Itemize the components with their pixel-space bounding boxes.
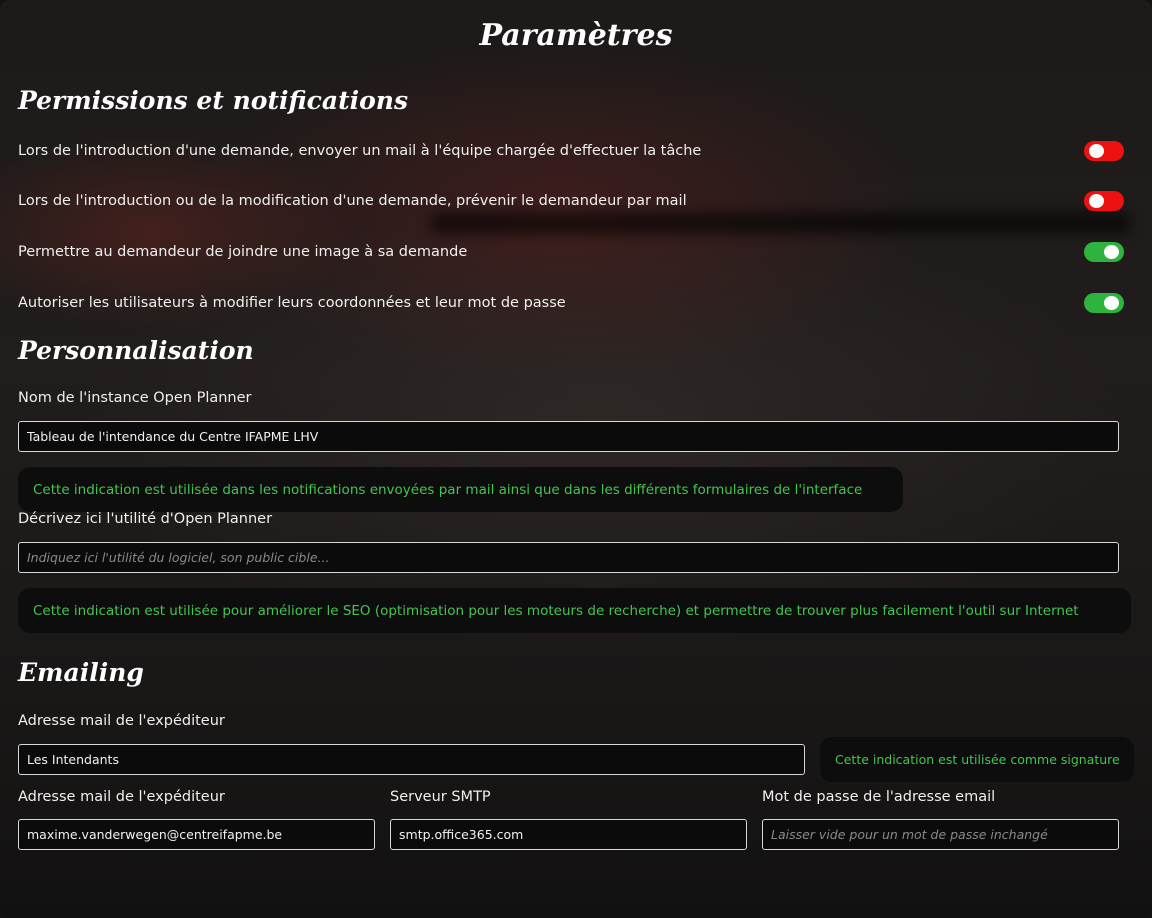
smtp-server-input[interactable] xyxy=(390,819,747,850)
sender-address-input[interactable] xyxy=(18,819,375,850)
permission-row-notify-team: Lors de l'introduction d'une demande, en… xyxy=(18,140,1124,162)
instance-name-input[interactable] xyxy=(18,421,1119,452)
permission-toggle[interactable] xyxy=(1084,141,1124,161)
section-heading-emailing: Emailing xyxy=(18,658,144,687)
toggle-knob xyxy=(1104,296,1119,310)
toggle-knob xyxy=(1089,194,1104,208)
sender-address-label: Adresse mail de l'expéditeur xyxy=(18,789,225,805)
sender-name-hint: Cette indication est utilisée comme sign… xyxy=(820,737,1134,782)
permission-toggle[interactable] xyxy=(1084,242,1124,262)
password-input[interactable] xyxy=(762,819,1119,850)
permission-row-attach-image: Permettre au demandeur de joindre une im… xyxy=(18,241,1124,263)
permission-row-edit-profile: Autoriser les utilisateurs à modifier le… xyxy=(18,292,1124,314)
description-label: Décrivez ici l'utilité d'Open Planner xyxy=(18,511,273,527)
description-input[interactable] xyxy=(18,542,1119,573)
password-label: Mot de passe de l'adresse email xyxy=(762,789,996,805)
sender-name-input[interactable] xyxy=(18,744,805,775)
toggle-knob xyxy=(1104,245,1119,259)
permission-toggle[interactable] xyxy=(1084,293,1124,313)
instance-name-hint: Cette indication est utilisée dans les n… xyxy=(18,467,903,512)
permission-label: Lors de l'introduction ou de la modifica… xyxy=(18,193,687,209)
permission-label: Lors de l'introduction d'une demande, en… xyxy=(18,143,702,159)
settings-panel: Paramètres Permissions et notifications … xyxy=(0,0,1152,918)
description-hint: Cette indication est utilisée pour améli… xyxy=(18,588,1131,633)
instance-name-label: Nom de l'instance Open Planner xyxy=(18,390,252,406)
permission-label: Permettre au demandeur de joindre une im… xyxy=(18,244,468,260)
toggle-knob xyxy=(1089,144,1104,158)
page-title: Paramètres xyxy=(479,18,673,53)
section-heading-personnalisation: Personnalisation xyxy=(18,336,254,365)
smtp-server-label: Serveur SMTP xyxy=(390,789,491,805)
permission-label: Autoriser les utilisateurs à modifier le… xyxy=(18,295,566,311)
sender-name-label: Adresse mail de l'expéditeur xyxy=(18,713,225,729)
permission-row-notify-requester: Lors de l'introduction ou de la modifica… xyxy=(18,190,1124,212)
permission-toggle[interactable] xyxy=(1084,191,1124,211)
section-heading-permissions: Permissions et notifications xyxy=(18,86,409,115)
background-blur-band xyxy=(430,212,1130,234)
